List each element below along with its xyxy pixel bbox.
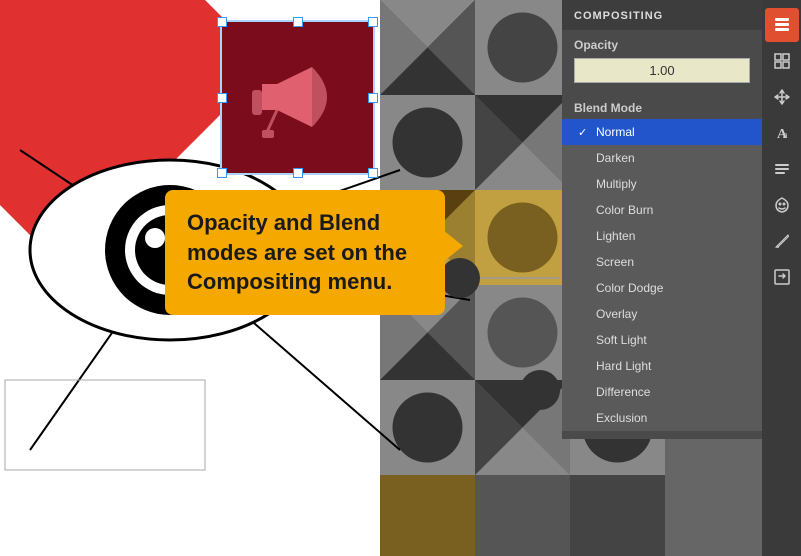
selected-element[interactable]	[220, 20, 375, 175]
blend-mode-label: Blend Mode	[562, 95, 762, 119]
blend-item-lighten[interactable]: Lighten	[562, 223, 762, 249]
blend-item-label: Overlay	[596, 307, 637, 321]
pen-icon[interactable]	[765, 224, 799, 258]
blend-item-label: Difference	[596, 385, 650, 399]
handle-tl[interactable]	[217, 17, 227, 27]
blend-item-label: Exclusion	[596, 411, 647, 425]
blend-item-label: Normal	[596, 125, 635, 139]
handle-lm[interactable]	[217, 93, 227, 103]
handle-rm[interactable]	[368, 93, 378, 103]
blend-item-multiply[interactable]: Multiply	[562, 171, 762, 197]
handle-tm[interactable]	[293, 17, 303, 27]
blend-check: ✓	[578, 126, 590, 139]
layers-icon[interactable]	[765, 8, 799, 42]
blend-item-normal[interactable]: ✓ Normal	[562, 119, 762, 145]
blend-item-label: Lighten	[596, 229, 635, 243]
blend-item-screen[interactable]: Screen	[562, 249, 762, 275]
right-sidebar: A a	[762, 0, 801, 556]
blend-item-soft-light[interactable]: Soft Light	[562, 327, 762, 353]
tooltip-bubble: Opacity and Blend modes are set on the C…	[165, 190, 445, 315]
blend-item-label: Color Dodge	[596, 281, 663, 295]
blend-item-label: Soft Light	[596, 333, 647, 347]
blend-item-label: Color Burn	[596, 203, 653, 217]
blend-item-difference[interactable]: Difference	[562, 379, 762, 405]
blend-item-exclusion[interactable]: Exclusion	[562, 405, 762, 431]
blend-item-color-burn[interactable]: Color Burn	[562, 197, 762, 223]
blend-dropdown[interactable]: ✓ Normal Darken Multiply Color Burn Lighten Sc…	[562, 119, 762, 431]
blend-item-color-dodge[interactable]: Color Dodge	[562, 275, 762, 301]
megaphone-icon	[232, 32, 362, 162]
expand-icon[interactable]	[765, 44, 799, 78]
move-icon[interactable]	[765, 80, 799, 114]
list-icon[interactable]	[765, 152, 799, 186]
handle-tr[interactable]	[368, 17, 378, 27]
handle-br[interactable]	[368, 168, 378, 178]
blend-item-hard-light[interactable]: Hard Light	[562, 353, 762, 379]
svg-text:a: a	[783, 130, 788, 141]
mask-icon[interactable]	[765, 188, 799, 222]
handle-bm[interactable]	[293, 168, 303, 178]
blend-item-label: Screen	[596, 255, 634, 269]
compositing-panel: COMPOSITING Opacity Blend Mode ✓ Normal Da…	[562, 0, 762, 439]
blend-item-darken[interactable]: Darken	[562, 145, 762, 171]
opacity-label: Opacity	[574, 38, 750, 52]
text-icon[interactable]: A a	[765, 116, 799, 150]
blend-mode-section: Blend Mode ✓ Normal Darken Multiply Color Bu…	[562, 91, 762, 431]
export-icon[interactable]	[765, 260, 799, 294]
blend-item-label: Hard Light	[596, 359, 651, 373]
blend-item-label: Multiply	[596, 177, 637, 191]
panel-title: COMPOSITING	[562, 0, 762, 30]
blend-item-label: Darken	[596, 151, 635, 165]
tooltip-text: Opacity and Blend modes are set on the C…	[187, 210, 407, 294]
blend-item-overlay[interactable]: Overlay	[562, 301, 762, 327]
opacity-section: Opacity	[562, 30, 762, 91]
opacity-input[interactable]	[574, 58, 750, 83]
handle-bl[interactable]	[217, 168, 227, 178]
